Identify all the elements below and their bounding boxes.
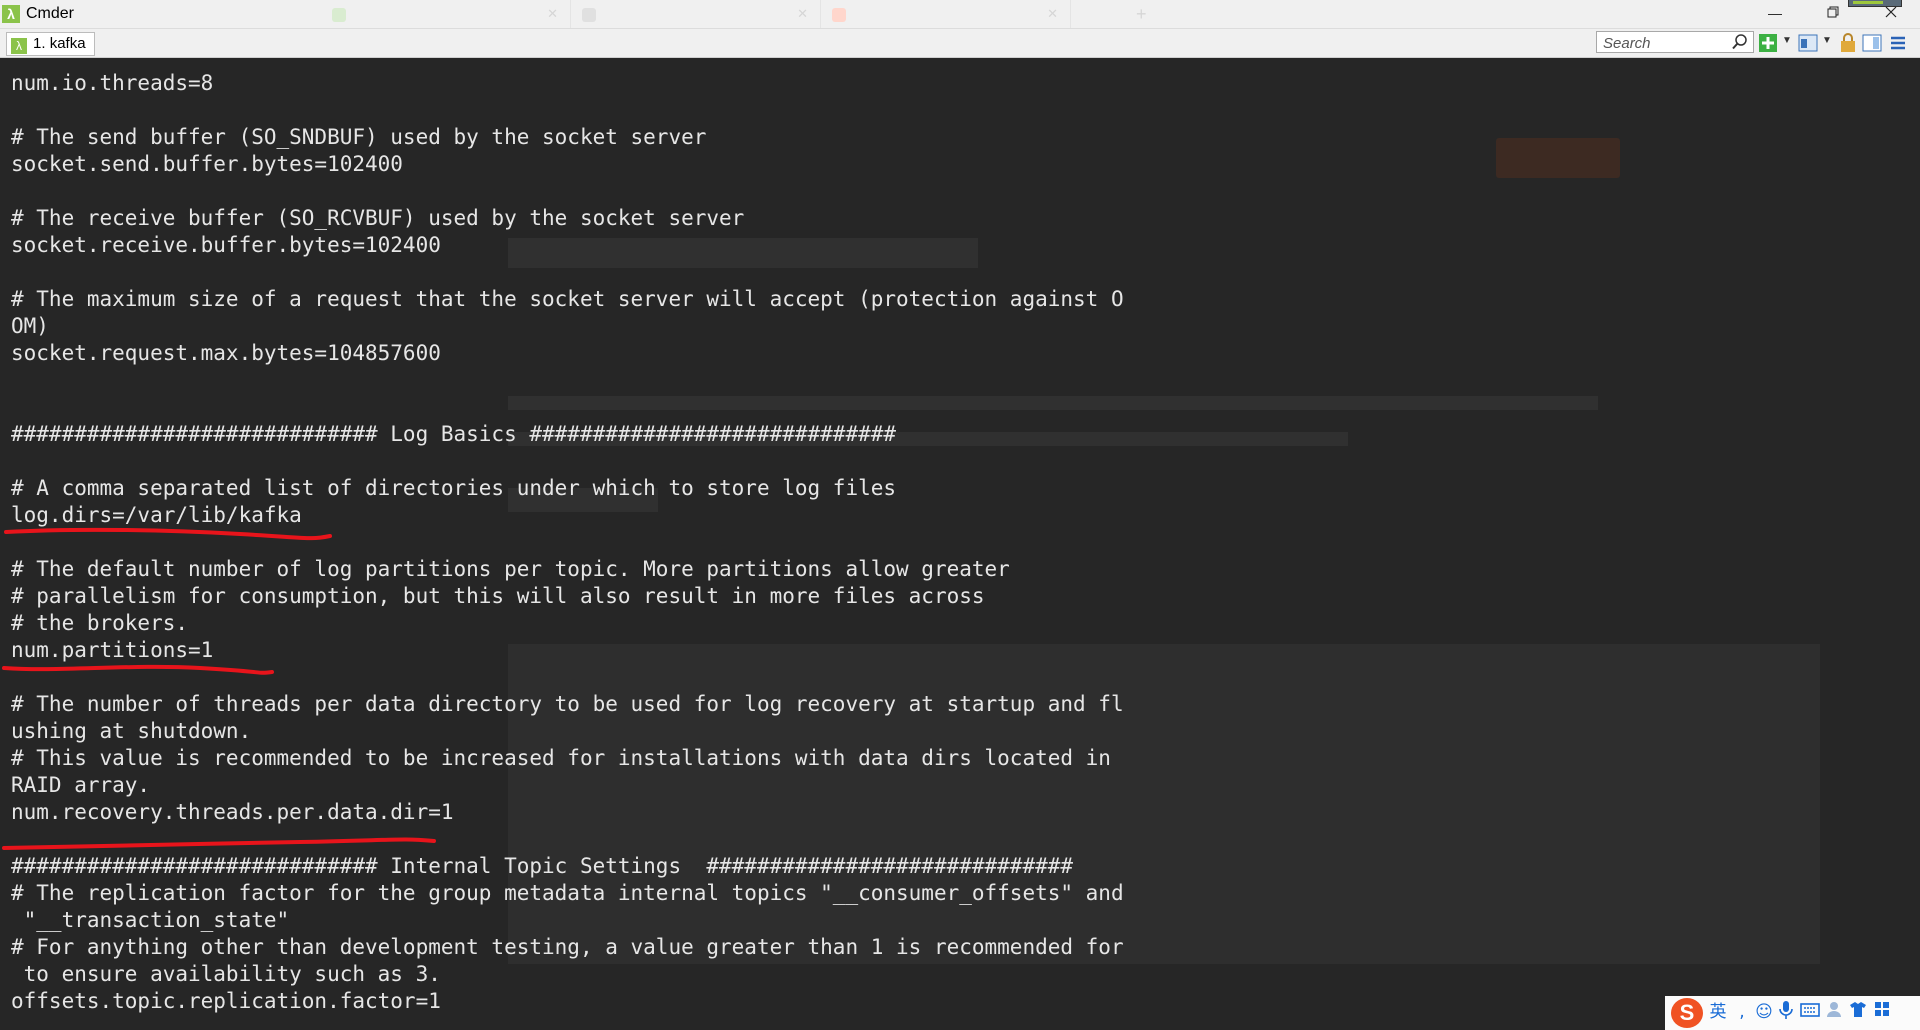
chevron-down-icon[interactable]: ▼: [1822, 35, 1832, 46]
background-new-tab-icon: +: [1136, 4, 1147, 24]
layout-icon[interactable]: [1862, 33, 1882, 53]
punctuation-icon[interactable]: ,: [1731, 1000, 1753, 1024]
keyboard-icon[interactable]: [1799, 1000, 1821, 1024]
red-underline: [4, 527, 332, 541]
console-tab-kafka[interactable]: λ 1. kafka: [6, 32, 95, 56]
title-bar: λ Cmder ✕ ✕ ✕ + —: [0, 0, 1920, 29]
lock-icon[interactable]: [1838, 33, 1858, 53]
search-box[interactable]: [1596, 31, 1754, 53]
grid-menu-icon[interactable]: [1871, 1000, 1893, 1024]
restore-button[interactable]: [1810, 0, 1856, 28]
skin-icon[interactable]: [1847, 1000, 1869, 1024]
microphone-icon[interactable]: [1775, 1000, 1797, 1024]
console-tabbar: λ 1. kafka ▼ ▼: [0, 29, 1920, 58]
ime-mode-toggle[interactable]: 英: [1707, 1000, 1729, 1024]
window-title: Cmder: [26, 5, 75, 22]
menu-icon[interactable]: [1888, 33, 1908, 53]
minimize-button[interactable]: —: [1752, 0, 1798, 28]
red-underline: [2, 837, 436, 850]
emoji-icon[interactable]: ☺: [1753, 1000, 1775, 1024]
ime-toolbar: S 英 , ☺: [1665, 996, 1920, 1030]
red-underline: [2, 664, 274, 675]
close-icon: [1885, 6, 1897, 18]
background-tab: ✕: [320, 0, 571, 28]
sogou-logo-icon[interactable]: S: [1671, 998, 1703, 1028]
split-console-icon[interactable]: [1798, 33, 1818, 53]
user-icon[interactable]: [1823, 1000, 1845, 1024]
background-tab: ✕: [820, 0, 1071, 28]
lambda-icon: λ: [11, 38, 27, 54]
chevron-down-icon[interactable]: ▼: [1782, 35, 1792, 46]
terminal-view[interactable]: num.io.threads=8 # The send buffer (SO_SN…: [0, 58, 1920, 1030]
background-tab: ✕: [570, 0, 821, 28]
search-input[interactable]: [1601, 33, 1729, 53]
console-tab-index: 1.: [33, 35, 46, 52]
lambda-icon: λ: [2, 5, 20, 23]
console-tab-label: kafka: [49, 35, 86, 52]
close-button[interactable]: [1868, 0, 1914, 28]
annotation-layer: [2, 527, 436, 850]
new-console-icon[interactable]: [1758, 33, 1778, 53]
search-icon[interactable]: [1731, 33, 1749, 51]
restore-icon: [1827, 6, 1839, 18]
